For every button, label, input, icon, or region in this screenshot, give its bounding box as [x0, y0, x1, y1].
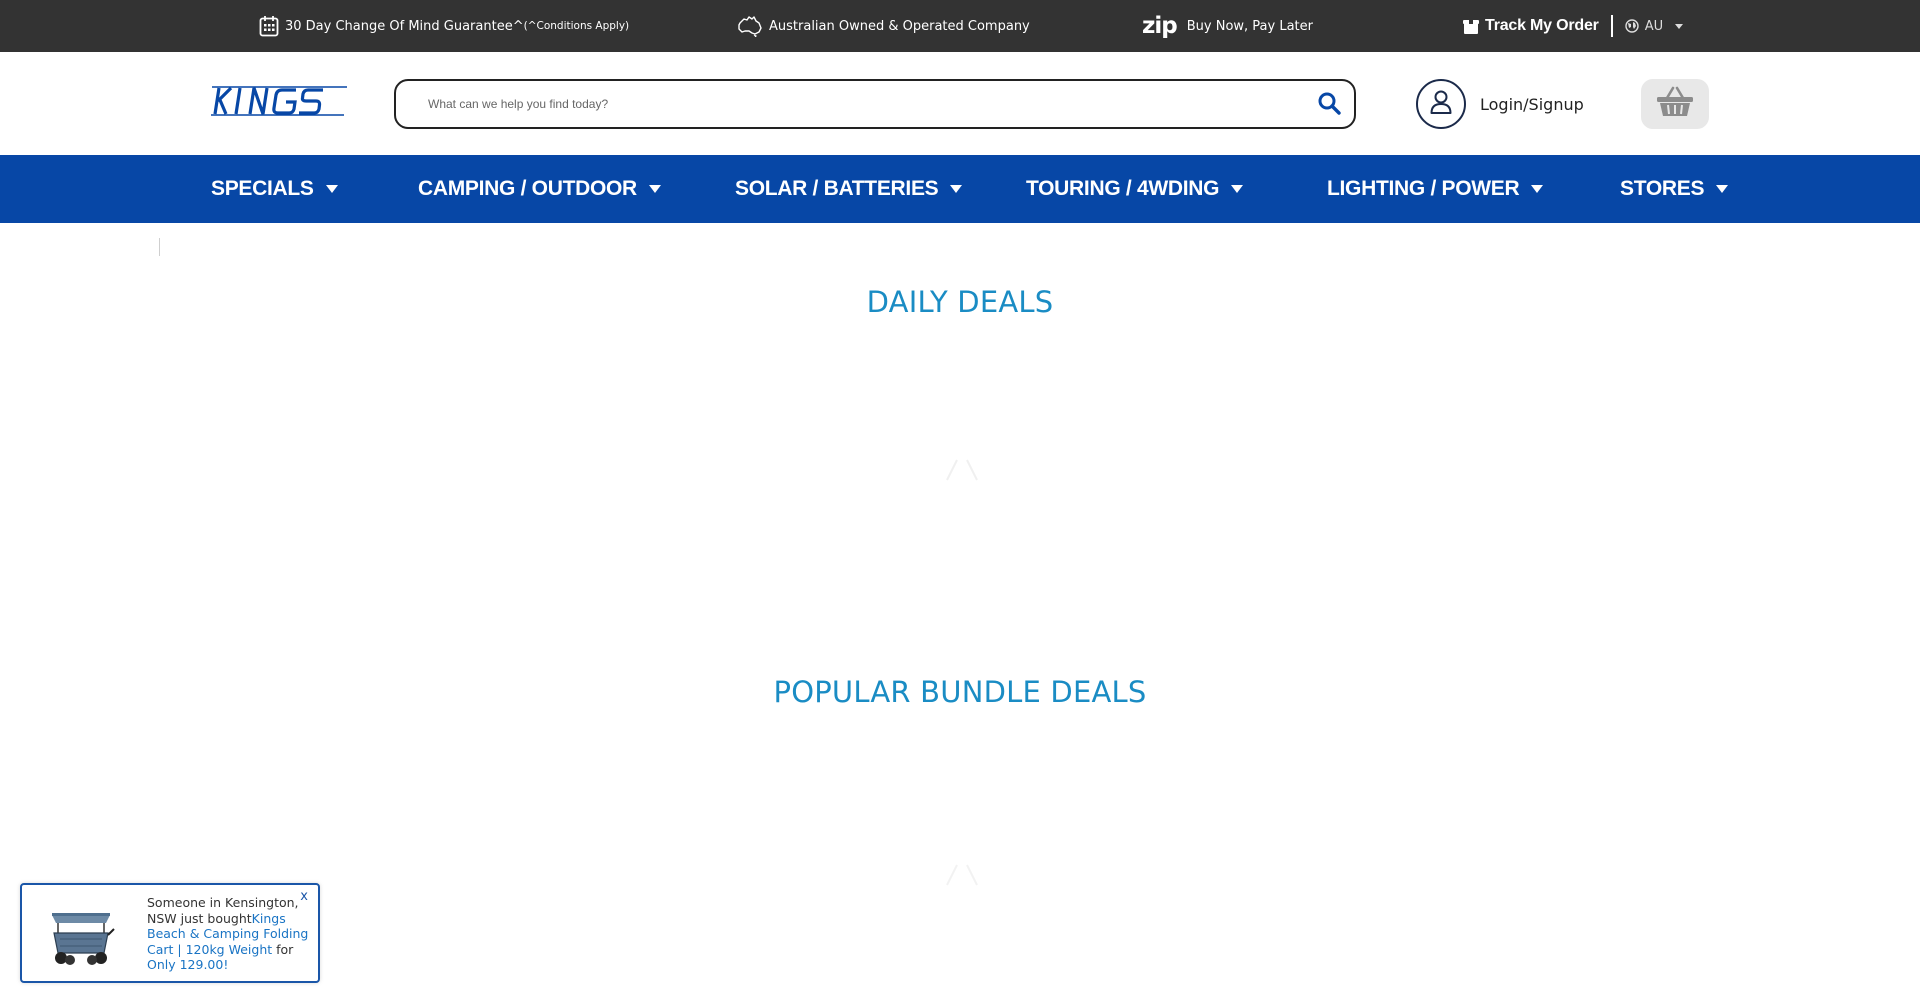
- zip-pay-notice[interactable]: zip Buy Now, Pay Later: [1142, 0, 1313, 52]
- recent-purchase-popup[interactable]: Someone in Kensington, NSW just boughtKi…: [20, 883, 320, 983]
- zip-logo: zip: [1142, 12, 1178, 39]
- caret-down-icon: [1531, 185, 1544, 193]
- australia-map-icon: [737, 15, 763, 37]
- nav-solar-batteries-label: SOLAR / BATTERIES: [735, 177, 939, 200]
- aussie-owned-notice: Australian Owned & Operated Company: [737, 0, 1030, 52]
- site-header: Login/Signup: [0, 52, 1920, 155]
- track-region-group: Track My Order AU: [1463, 0, 1684, 52]
- zip-text: Buy Now, Pay Later: [1186, 18, 1313, 34]
- globe-icon: [1625, 19, 1639, 33]
- search-bar: [394, 79, 1356, 129]
- aussie-owned-text: Australian Owned & Operated Company: [769, 18, 1030, 34]
- price-link[interactable]: Only 129.00!: [147, 957, 228, 972]
- nav-stores[interactable]: STORES: [1620, 155, 1729, 223]
- caret-down-icon: [325, 185, 338, 193]
- guarantee-notice[interactable]: 30 Day Change Of Mind Guarantee^ (^Condit…: [259, 0, 629, 52]
- caret-down-icon: [1231, 185, 1244, 193]
- nav-lighting-power[interactable]: LIGHTING / POWER: [1327, 155, 1544, 223]
- nav-lighting-power-label: LIGHTING / POWER: [1327, 177, 1520, 200]
- product-thumbnail[interactable]: [46, 899, 116, 969]
- region-selector[interactable]: AU: [1645, 19, 1663, 34]
- close-icon[interactable]: x: [300, 889, 308, 904]
- kings-logo[interactable]: [211, 86, 348, 116]
- nav-touring-4wding[interactable]: TOURING / 4WDING: [1026, 155, 1244, 223]
- guarantee-conditions: (^Conditions Apply): [523, 20, 630, 32]
- login-signup-button[interactable]: Login/Signup: [1416, 79, 1584, 129]
- breadcrumb-divider: [159, 238, 160, 256]
- caret-down-icon: [1716, 185, 1729, 193]
- search-button[interactable]: [1316, 92, 1342, 118]
- nav-solar-batteries[interactable]: SOLAR / BATTERIES: [735, 155, 963, 223]
- loading-spinner-icon: [932, 860, 992, 890]
- caret-down-icon: [950, 185, 963, 193]
- main-nav: SPECIALS CAMPING / OUTDOOR SOLAR / BATTE…: [0, 155, 1920, 223]
- calendar-icon: [259, 15, 279, 37]
- package-icon: [1463, 18, 1479, 35]
- cart-button[interactable]: [1641, 79, 1709, 129]
- nav-camping-outdoor[interactable]: CAMPING / OUTDOOR: [418, 155, 661, 223]
- guarantee-text: 30 Day Change Of Mind Guarantee^: [285, 18, 524, 34]
- nav-specials-label: SPECIALS: [211, 177, 314, 200]
- caret-down-icon: [648, 185, 661, 193]
- chevron-down-icon[interactable]: [1675, 23, 1684, 29]
- nav-touring-4wding-label: TOURING / 4WDING: [1026, 177, 1220, 200]
- nav-specials[interactable]: SPECIALS: [211, 155, 338, 223]
- purchase-mid: for: [272, 941, 294, 957]
- divider: [1610, 15, 1613, 37]
- purchase-message: Someone in Kensington, NSW just boughtKi…: [147, 895, 312, 973]
- daily-deals-title: DAILY DEALS: [866, 285, 1054, 319]
- basket-icon: [1656, 86, 1694, 123]
- avatar: [1416, 79, 1466, 129]
- top-utility-bar: 30 Day Change Of Mind Guarantee^ (^Condit…: [0, 0, 1920, 52]
- track-order-link[interactable]: Track My Order: [1485, 17, 1599, 35]
- user-icon: [1429, 89, 1453, 120]
- loading-spinner-icon: [932, 455, 992, 485]
- login-signup-label: Login/Signup: [1480, 94, 1584, 114]
- search-icon: [1317, 91, 1341, 120]
- nav-stores-label: STORES: [1620, 177, 1705, 200]
- popular-bundle-deals-title: POPULAR BUNDLE DEALS: [773, 675, 1147, 709]
- nav-camping-outdoor-label: CAMPING / OUTDOOR: [418, 177, 637, 200]
- search-input[interactable]: [426, 93, 1286, 115]
